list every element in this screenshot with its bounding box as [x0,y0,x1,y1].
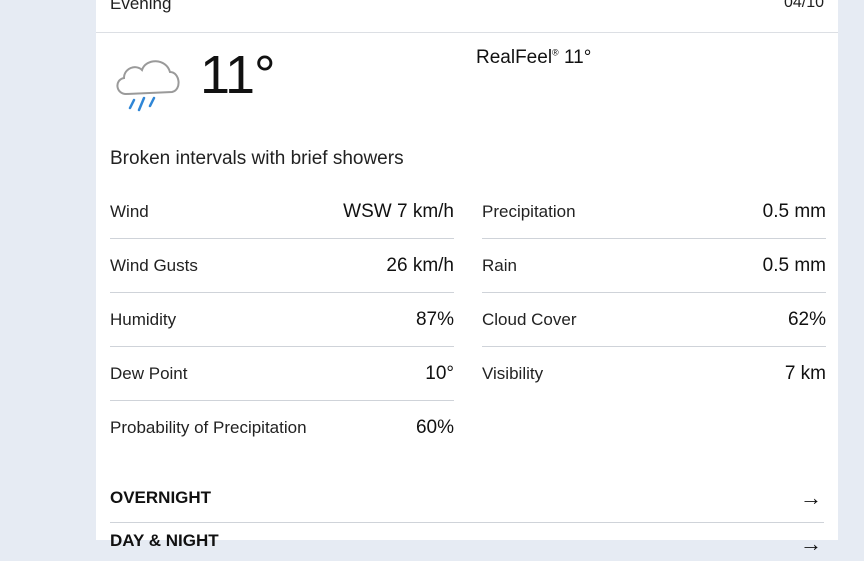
arrow-right-icon: → [800,531,822,556]
details-left: Wind WSW 7 km/h Wind Gusts 26 km/h Humid… [110,185,454,454]
detail-row-wind-gusts: Wind Gusts 26 km/h [110,239,454,293]
detail-value: 26 km/h [386,254,454,276]
detail-label: Visibility [482,363,544,383]
detail-value: 0.5 mm [762,254,826,276]
detail-row-visibility: Visibility 7 km [482,347,826,400]
detail-label: Rain [482,255,517,275]
detail-value: 62% [787,308,826,330]
cloud-rain-icon [116,60,180,112]
realfeel-value: 11° [563,47,592,68]
overnight-link[interactable]: OVERNIGHT → [110,474,824,523]
detail-value: 10° [425,362,454,384]
detail-row-precip-probability: Probability of Precipitation 60% [110,401,454,454]
period-label: Evening [110,0,172,13]
detail-label: Cloud Cover [482,309,577,329]
detail-label: Dew Point [110,363,188,383]
temperature: 11° [200,45,276,105]
detail-row-dew-point: Dew Point 10° [110,347,454,401]
day-night-link[interactable]: DAY & NIGHT → [110,531,824,561]
detail-label: Wind Gusts [110,255,198,275]
section-title: OVERNIGHT [110,488,212,507]
detail-value: 87% [415,308,454,330]
realfeel-mark: ® [552,47,559,58]
forecast-card: Evening 04/10 11° RealFeel® 11° Broken i… [96,0,838,556]
details-right: Precipitation 0.5 mm Rain 0.5 mm Cloud C… [482,185,826,400]
detail-label: Wind [110,201,149,221]
section-title: DAY & NIGHT [110,531,219,550]
detail-row-humidity: Humidity 87% [110,293,454,347]
detail-value: 0.5 mm [762,200,826,222]
period-header: Evening 04/10 [96,0,838,33]
weather-phrase: Broken intervals with brief showers [110,148,404,169]
date-label: 04/10 [783,0,824,11]
realfeel: RealFeel® 11° [476,47,591,69]
detail-value: WSW 7 km/h [343,200,454,222]
realfeel-label: RealFeel [476,47,553,68]
arrow-right-icon: → [800,485,822,510]
detail-label: Humidity [110,309,177,329]
detail-row-wind: Wind WSW 7 km/h [110,185,454,239]
detail-row-rain: Rain 0.5 mm [482,239,826,293]
detail-row-cloud-cover: Cloud Cover 62% [482,293,826,347]
detail-label: Precipitation [482,201,576,221]
detail-value: 7 km [784,362,826,384]
detail-value: 60% [415,416,454,438]
detail-row-precipitation: Precipitation 0.5 mm [482,185,826,239]
detail-label: Probability of Precipitation [110,417,307,437]
